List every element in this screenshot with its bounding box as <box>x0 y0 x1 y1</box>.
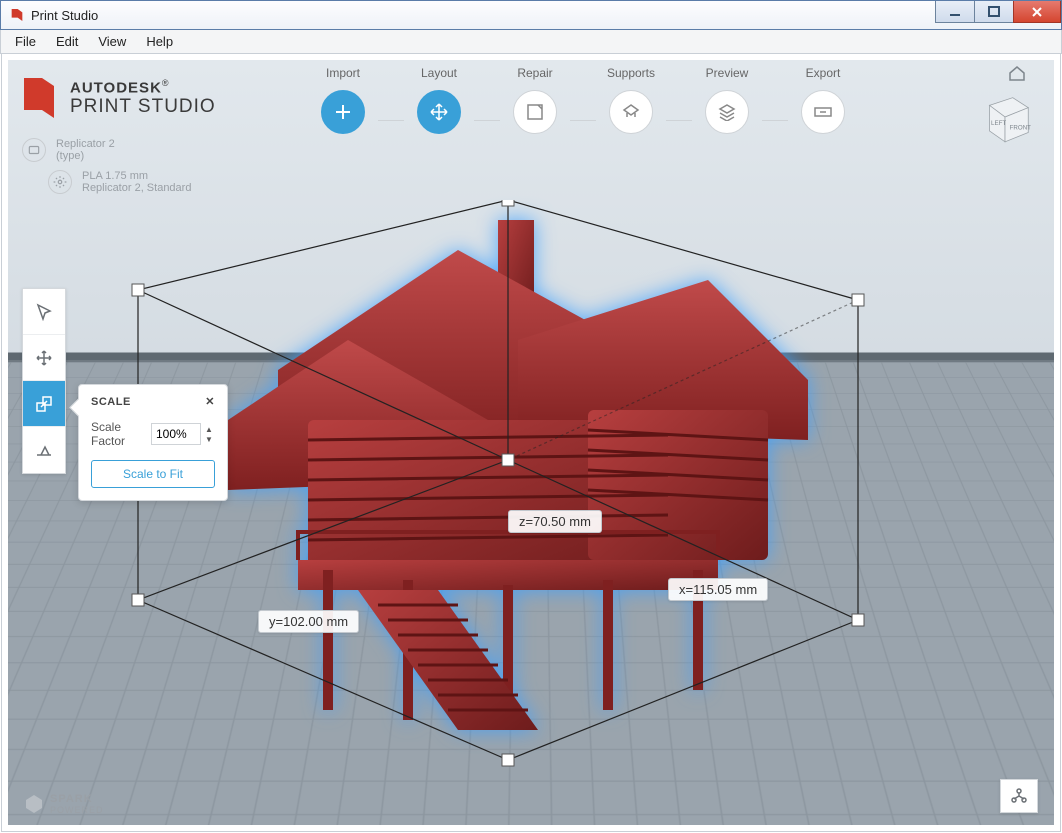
window-maximize-button[interactable] <box>974 1 1014 23</box>
place-icon <box>35 441 53 459</box>
menu-edit[interactable]: Edit <box>46 32 88 51</box>
home-icon[interactable] <box>1008 64 1026 87</box>
scale-title: SCALE <box>91 396 131 408</box>
move-icon <box>429 102 449 122</box>
dimension-z: z=70.50 mm <box>508 510 602 533</box>
window-minimize-button[interactable] <box>935 1 975 23</box>
brand: AUTODESK® PRINT STUDIO <box>22 76 216 120</box>
brand-logo-icon <box>22 76 56 120</box>
supports-icon <box>622 103 640 121</box>
step-import[interactable]: Import <box>308 66 378 134</box>
workflow-steps: Import Layout Repair Supports Preview <box>308 66 858 134</box>
printer-type: (type) <box>56 150 115 162</box>
move-icon <box>35 349 53 367</box>
tool-scale[interactable] <box>23 381 65 427</box>
tool-move[interactable] <box>23 335 65 381</box>
printer-meta: Replicator 2 (type) PLA 1.75 mm Replicat… <box>22 138 191 202</box>
tree-icon <box>1010 788 1028 804</box>
spark-badge: SPARK POWERED <box>24 793 104 815</box>
spin-down[interactable]: ▼ <box>203 434 215 444</box>
menu-file[interactable]: File <box>5 32 46 51</box>
client-area: z=70.50 mm x=115.05 mm y=102.00 mm AUTOD… <box>1 54 1061 832</box>
scale-factor-label: Scale Factor <box>91 420 151 448</box>
scale-to-fit-button[interactable]: Scale to Fit <box>91 460 215 488</box>
svg-text:FRONT: FRONT <box>1010 124 1032 131</box>
plus-icon <box>333 102 353 122</box>
scene-graph-button[interactable] <box>1000 779 1038 813</box>
viewport-3d[interactable]: z=70.50 mm x=115.05 mm y=102.00 mm AUTOD… <box>8 60 1054 825</box>
scale-panel: SCALE ✕ Scale Factor ▲ ▼ Scale to Fit <box>78 384 228 501</box>
printer-icon[interactable] <box>22 138 46 162</box>
tool-place[interactable] <box>23 427 65 473</box>
gear-icon[interactable] <box>48 170 72 194</box>
window-close-button[interactable] <box>1013 1 1061 23</box>
material-profile: Replicator 2, Standard <box>82 182 191 194</box>
brand-line1: AUTODESK <box>70 79 162 96</box>
app-icon <box>9 7 25 23</box>
step-repair[interactable]: Repair <box>500 66 570 134</box>
spark-icon <box>24 794 44 814</box>
layers-icon <box>718 103 736 121</box>
window-titlebar: Print Studio <box>0 0 1062 30</box>
material-name: PLA 1.75 mm <box>82 170 191 182</box>
repair-icon <box>526 103 544 121</box>
menu-view[interactable]: View <box>88 32 136 51</box>
view-cube[interactable]: LEFT FRONT <box>974 86 1036 148</box>
window-title: Print Studio <box>31 8 98 23</box>
step-layout[interactable]: Layout <box>404 66 474 134</box>
menu-bar: File Edit View Help <box>0 30 1062 54</box>
close-icon[interactable]: ✕ <box>205 395 215 408</box>
step-export[interactable]: Export <box>788 66 858 134</box>
dimension-y: y=102.00 mm <box>258 610 359 633</box>
cursor-icon <box>35 303 53 321</box>
step-preview[interactable]: Preview <box>692 66 762 134</box>
left-toolbar <box>22 288 66 474</box>
scale-icon <box>35 395 53 413</box>
scale-factor-input[interactable] <box>151 423 201 445</box>
spin-up[interactable]: ▲ <box>203 424 215 434</box>
svg-text:LEFT: LEFT <box>991 120 1006 127</box>
brand-line2: PRINT STUDIO <box>70 97 216 117</box>
export-icon <box>813 104 833 120</box>
dimension-x: x=115.05 mm <box>668 578 768 601</box>
tool-select[interactable] <box>23 289 65 335</box>
menu-help[interactable]: Help <box>136 32 183 51</box>
step-supports[interactable]: Supports <box>596 66 666 134</box>
printer-name: Replicator 2 <box>56 138 115 150</box>
